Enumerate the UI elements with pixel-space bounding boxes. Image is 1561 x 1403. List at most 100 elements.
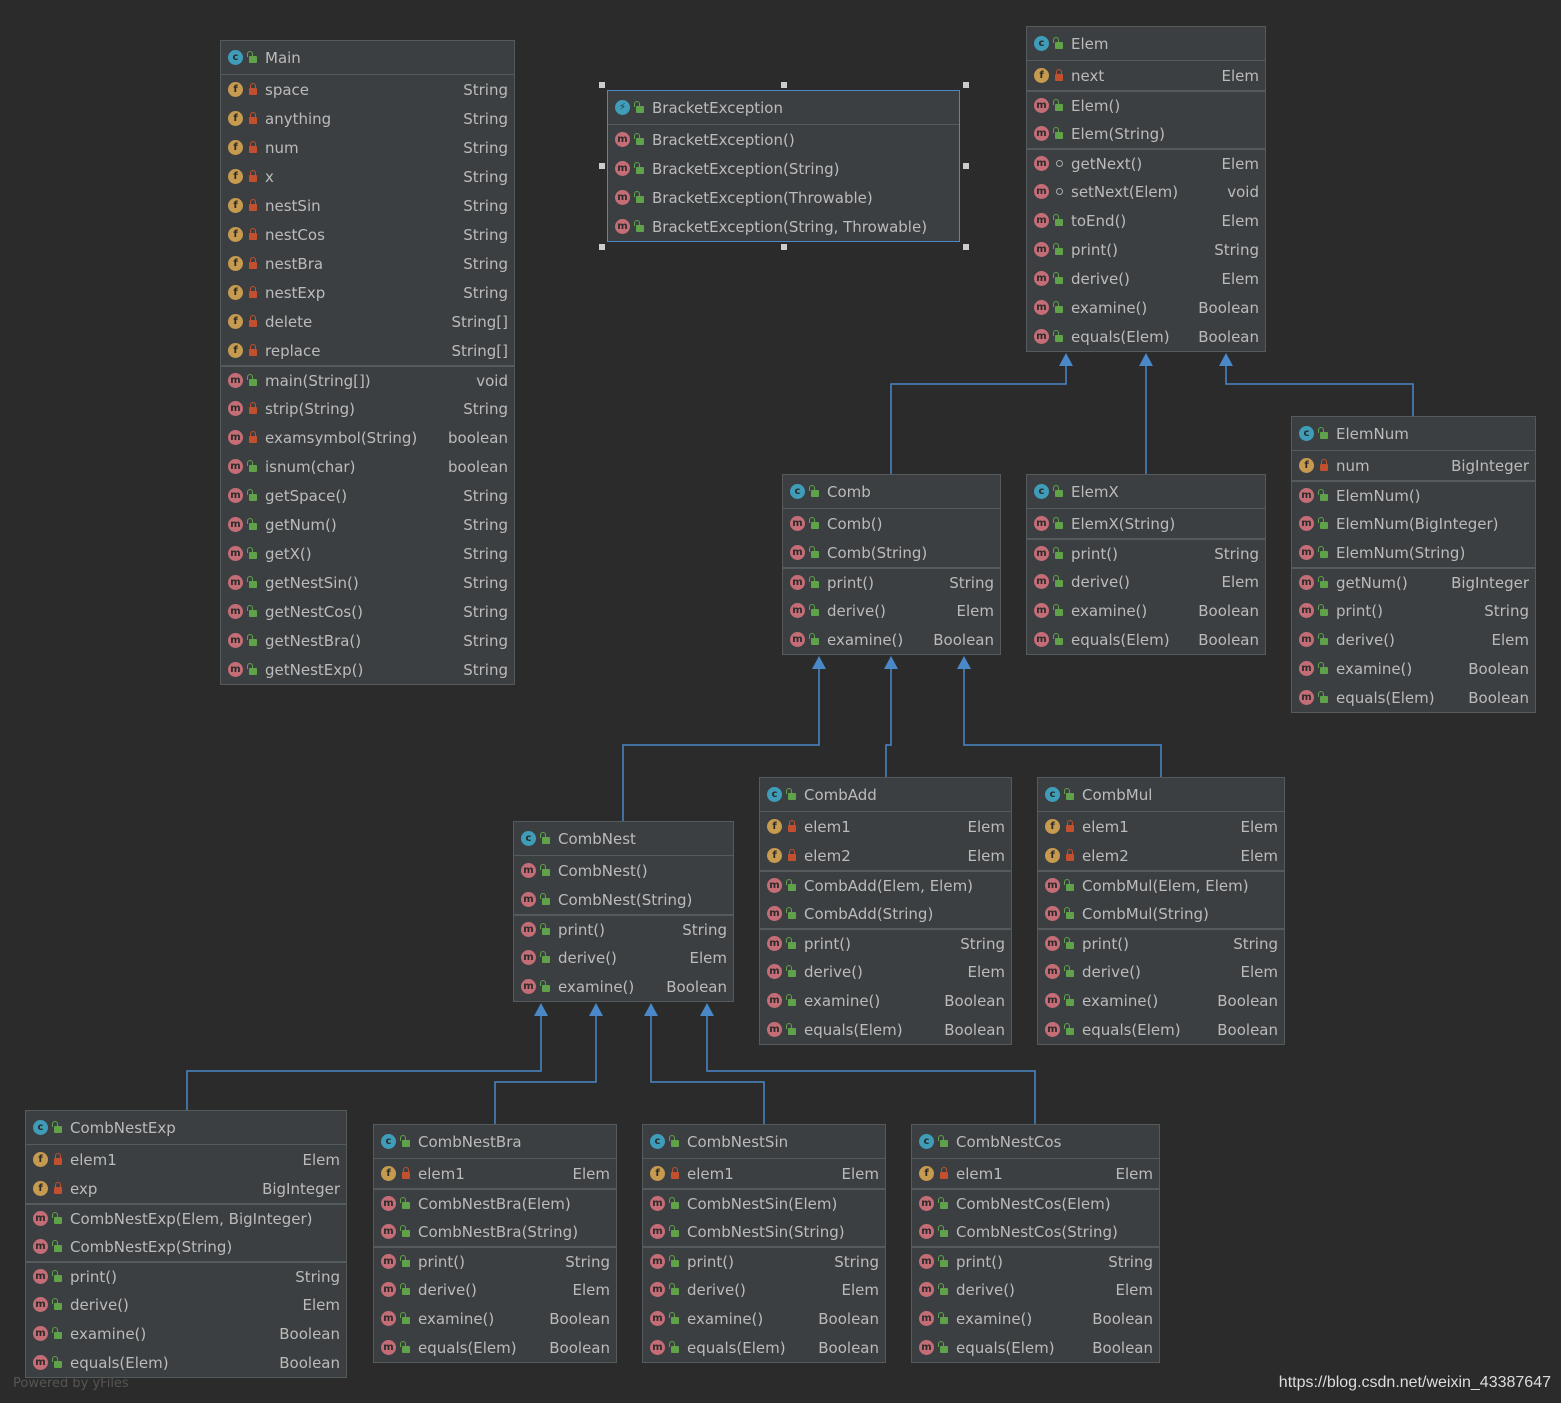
method-row[interactable]: m strip(String) String xyxy=(221,394,514,423)
method-row[interactable]: m BracketException(String, Throwable) xyxy=(608,212,959,241)
method-row[interactable]: m BracketException() xyxy=(608,125,959,154)
method-row[interactable]: m main(String[]) void xyxy=(221,365,514,394)
field-row[interactable]: f x String xyxy=(221,162,514,191)
class-main[interactable]: c Main f space String f anything String f num Stri… xyxy=(220,40,515,685)
method-row[interactable]: m CombNest(String) xyxy=(514,885,733,914)
selection-handle[interactable] xyxy=(963,244,969,250)
field-row[interactable]: f elem1 Elem xyxy=(760,812,1011,841)
method-row[interactable]: m getNestCos() String xyxy=(221,597,514,626)
method-row[interactable]: m examine() Boolean xyxy=(1027,293,1265,322)
class-header[interactable]: c CombNest xyxy=(514,822,733,856)
class-combadd[interactable]: c CombAdd f elem1 Elem f elem2 Elem m CombAdd(Ele… xyxy=(759,777,1012,1045)
method-row[interactable]: m print() String xyxy=(1027,235,1265,264)
class-combnestexp[interactable]: c CombNestExp f elem1 Elem f exp BigInteger m Com… xyxy=(25,1110,347,1378)
method-row[interactable]: m ElemNum(BigInteger) xyxy=(1292,509,1535,538)
method-row[interactable]: m examine() Boolean xyxy=(374,1304,616,1333)
field-row[interactable]: f anything String xyxy=(221,104,514,133)
method-row[interactable]: m CombAdd(String) xyxy=(760,899,1011,928)
method-row[interactable]: m getNestBra() String xyxy=(221,626,514,655)
field-row[interactable]: f exp BigInteger xyxy=(26,1174,346,1203)
method-row[interactable]: m CombNestExp(Elem, BigInteger) xyxy=(26,1203,346,1232)
method-row[interactable]: m examine() Boolean xyxy=(26,1319,346,1348)
selection-handle[interactable] xyxy=(599,82,605,88)
inheritance-edge[interactable] xyxy=(494,1014,597,1124)
method-row[interactable]: m getSpace() String xyxy=(221,481,514,510)
field-row[interactable]: f elem1 Elem xyxy=(374,1159,616,1188)
method-row[interactable]: m CombMul(Elem, Elem) xyxy=(1038,870,1284,899)
method-row[interactable]: m examine() Boolean xyxy=(643,1304,885,1333)
class-header[interactable]: c Elem xyxy=(1027,27,1265,61)
selection-handle[interactable] xyxy=(963,82,969,88)
method-row[interactable]: m derive() Elem xyxy=(514,943,733,972)
method-row[interactable]: m getNum() String xyxy=(221,510,514,539)
method-row[interactable]: m CombNestCos(Elem) xyxy=(912,1188,1159,1217)
method-row[interactable]: m getNestExp() String xyxy=(221,655,514,684)
field-row[interactable]: f nestExp String xyxy=(221,278,514,307)
class-combnest[interactable]: c CombNest m CombNest() m CombNest(String) m pr… xyxy=(513,821,734,1002)
method-row[interactable]: m equals(Elem) Boolean xyxy=(643,1333,885,1362)
field-row[interactable]: f elem1 Elem xyxy=(26,1145,346,1174)
field-row[interactable]: f elem2 Elem xyxy=(1038,841,1284,870)
method-row[interactable]: m getX() String xyxy=(221,539,514,568)
method-row[interactable]: m CombNestBra(Elem) xyxy=(374,1188,616,1217)
method-row[interactable]: m equals(Elem) Boolean xyxy=(374,1333,616,1362)
inheritance-edge[interactable] xyxy=(1225,364,1414,416)
class-header[interactable]: c Comb xyxy=(783,475,1000,509)
method-row[interactable]: m print() String xyxy=(514,914,733,943)
field-row[interactable]: f num BigInteger xyxy=(1292,451,1535,480)
class-bracketexception[interactable]: ⚡ BracketException m BracketException() m Bra… xyxy=(607,90,960,242)
method-row[interactable]: m print() String xyxy=(643,1246,885,1275)
method-row[interactable]: m getNum() BigInteger xyxy=(1292,567,1535,596)
field-row[interactable]: f elem1 Elem xyxy=(912,1159,1159,1188)
method-row[interactable]: m Comb() xyxy=(783,509,1000,538)
class-elemnum[interactable]: c ElemNum f num BigInteger m ElemNum() m ElemNum… xyxy=(1291,416,1536,713)
method-row[interactable]: m BracketException(Throwable) xyxy=(608,183,959,212)
method-row[interactable]: m isnum(char) boolean xyxy=(221,452,514,481)
field-row[interactable]: f nestSin String xyxy=(221,191,514,220)
method-row[interactable]: m getNestSin() String xyxy=(221,568,514,597)
method-row[interactable]: m CombNestExp(String) xyxy=(26,1232,346,1261)
method-row[interactable]: m CombMul(String) xyxy=(1038,899,1284,928)
field-row[interactable]: f nestBra String xyxy=(221,249,514,278)
method-row[interactable]: m print() String xyxy=(1038,928,1284,957)
method-row[interactable]: m derive() Elem xyxy=(783,596,1000,625)
field-row[interactable]: f elem1 Elem xyxy=(643,1159,885,1188)
method-row[interactable]: m getNext() Elem xyxy=(1027,148,1265,177)
method-row[interactable]: m examine() Boolean xyxy=(1292,654,1535,683)
method-row[interactable]: m examine() Boolean xyxy=(1038,986,1284,1015)
method-row[interactable]: m ElemNum(String) xyxy=(1292,538,1535,567)
method-row[interactable]: m print() String xyxy=(1292,596,1535,625)
method-row[interactable]: m CombNestSin(String) xyxy=(643,1217,885,1246)
method-row[interactable]: m equals(Elem) Boolean xyxy=(1027,322,1265,351)
method-row[interactable]: m equals(Elem) Boolean xyxy=(760,1015,1011,1044)
class-combnestcos[interactable]: c CombNestCos f elem1 Elem m CombNestCos(Elem)… xyxy=(911,1124,1160,1363)
method-row[interactable]: m print() String xyxy=(26,1261,346,1290)
method-row[interactable]: m toEnd() Elem xyxy=(1027,206,1265,235)
class-header[interactable]: c CombNestCos xyxy=(912,1125,1159,1159)
method-row[interactable]: m equals(Elem) Boolean xyxy=(912,1333,1159,1362)
class-header[interactable]: c CombMul xyxy=(1038,778,1284,812)
selection-handle[interactable] xyxy=(963,163,969,169)
class-combmul[interactable]: c CombMul f elem1 Elem f elem2 Elem m CombMul(Ele… xyxy=(1037,777,1285,1045)
method-row[interactable]: m derive() Elem xyxy=(1038,957,1284,986)
class-combnestbra[interactable]: c CombNestBra f elem1 Elem m CombNestBra(Elem)… xyxy=(373,1124,617,1363)
class-comb[interactable]: c Comb m Comb() m Comb(String) m print() String m… xyxy=(782,474,1001,655)
field-row[interactable]: f num String xyxy=(221,133,514,162)
method-row[interactable]: m BracketException(String) xyxy=(608,154,959,183)
method-row[interactable]: m examine() Boolean xyxy=(912,1304,1159,1333)
class-combnestsin[interactable]: c CombNestSin f elem1 Elem m CombNestSin(Elem)… xyxy=(642,1124,886,1363)
method-row[interactable]: m examine() Boolean xyxy=(783,625,1000,654)
method-row[interactable]: m derive() Elem xyxy=(912,1275,1159,1304)
field-row[interactable]: f nestCos String xyxy=(221,220,514,249)
class-header[interactable]: c CombAdd xyxy=(760,778,1011,812)
method-row[interactable]: m derive() Elem xyxy=(643,1275,885,1304)
inheritance-edge[interactable] xyxy=(963,667,1162,777)
selection-handle[interactable] xyxy=(599,163,605,169)
class-header[interactable]: c CombNestExp xyxy=(26,1111,346,1145)
method-row[interactable]: m print() String xyxy=(1027,538,1265,567)
method-row[interactable]: m CombNestCos(String) xyxy=(912,1217,1159,1246)
field-row[interactable]: f space String xyxy=(221,75,514,104)
method-row[interactable]: m derive() Elem xyxy=(760,957,1011,986)
method-row[interactable]: m derive() Elem xyxy=(26,1290,346,1319)
method-row[interactable]: m print() String xyxy=(374,1246,616,1275)
